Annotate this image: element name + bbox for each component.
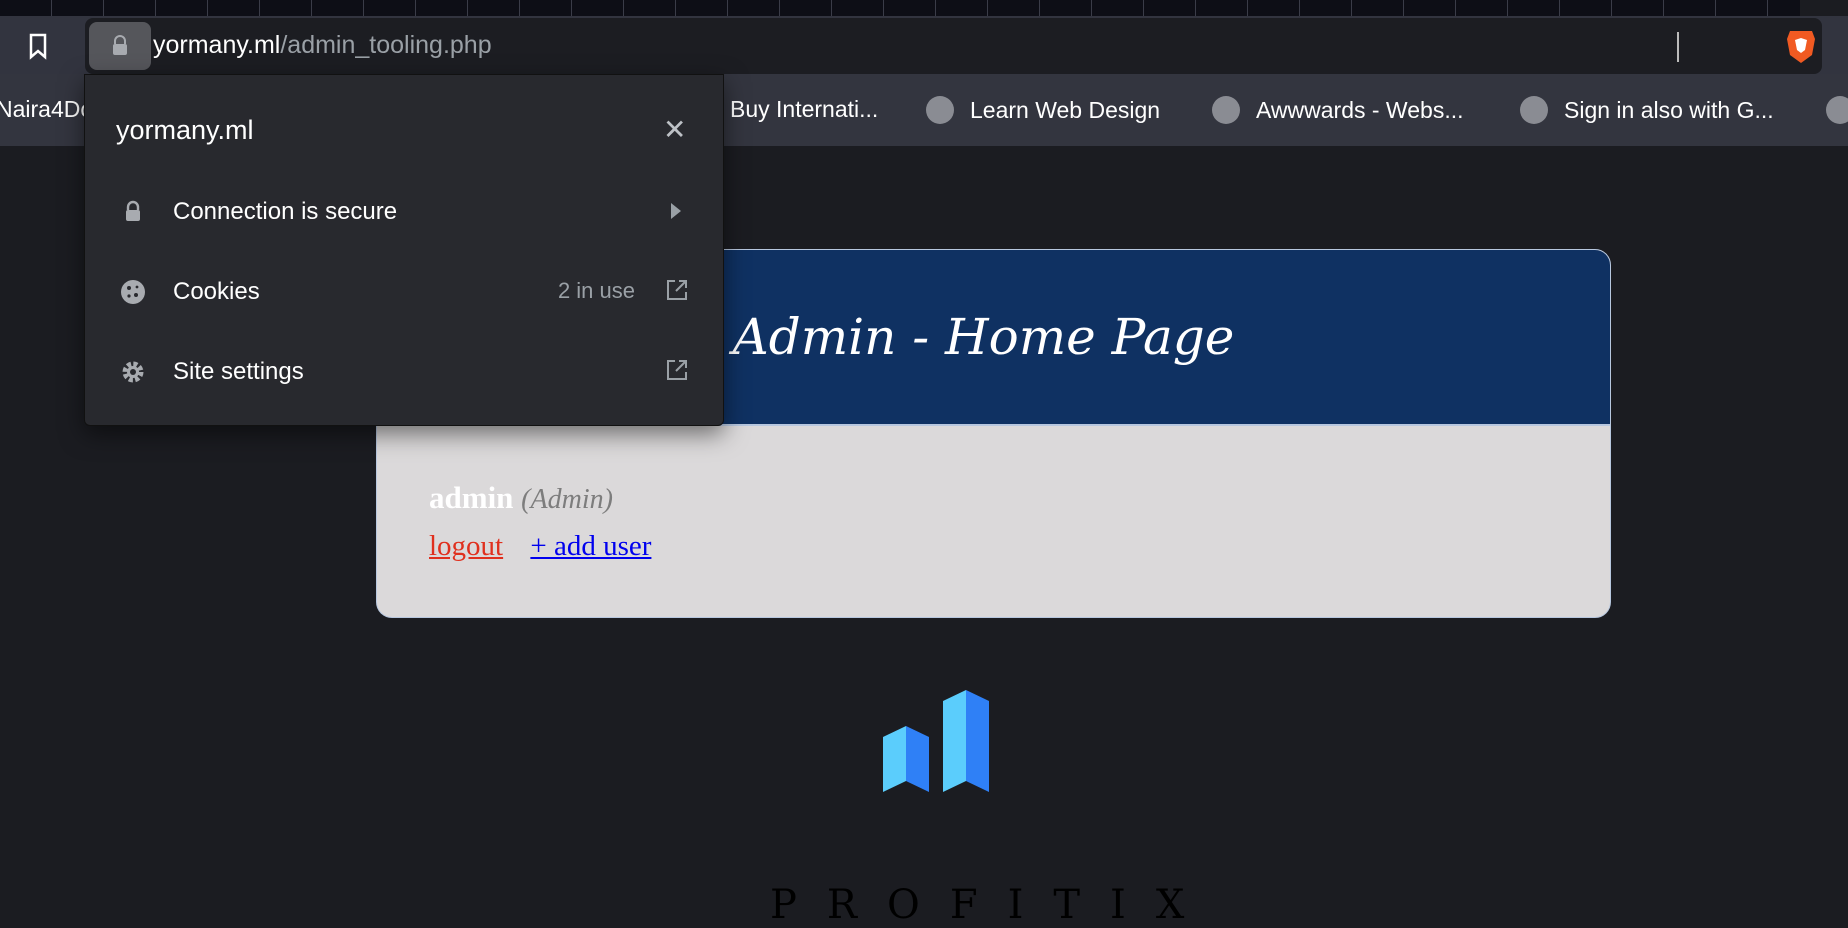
lock-icon (126, 200, 140, 221)
external-link-icon[interactable] (665, 278, 689, 302)
logo-bar-small (883, 726, 929, 792)
bookmark-item[interactable]: Naira4Do (0, 96, 93, 123)
add-user-link[interactable]: + add user (530, 530, 651, 562)
cookies-label: Cookies (173, 278, 260, 305)
globe-icon (1826, 96, 1848, 124)
cookie-icon (121, 280, 145, 304)
bookmark-label: Naira4Do (0, 96, 94, 122)
url-text[interactable]: yormany.ml/admin_tooling.php (153, 31, 492, 60)
popup-title: yormany.ml (116, 115, 254, 145)
external-link-icon[interactable] (665, 358, 689, 382)
cookies-count: 2 in use (557, 278, 635, 303)
site-info-button[interactable] (89, 22, 151, 70)
bookmark-item[interactable]: Awwwards - Webs... (1212, 96, 1463, 124)
user-role: (Admin) (521, 484, 613, 515)
bookmark-item[interactable]: Buy Internati... (730, 96, 878, 123)
close-icon[interactable]: ✕ (663, 113, 686, 146)
bookmark-label: Awwwards - Webs... (1256, 96, 1464, 123)
toolbar-divider (1677, 32, 1679, 62)
bookmark-item[interactable] (1826, 96, 1848, 124)
brave-shields-icon[interactable] (1785, 28, 1817, 69)
connection-row[interactable]: Connection is secure (85, 172, 725, 252)
user-info: admin (Admin) (429, 480, 613, 516)
bookmark-item[interactable]: Learn Web Design (926, 96, 1160, 124)
bar-chart-logo (883, 690, 989, 792)
tab-strip (0, 0, 1800, 16)
logout-link[interactable]: logout (429, 530, 503, 562)
address-bar[interactable]: yormany.ml/admin_tooling.php (85, 18, 1822, 74)
lock-icon (113, 35, 127, 55)
browser-toolbar: yormany.ml/admin_tooling.php (0, 16, 1848, 74)
username: admin (429, 480, 514, 515)
site-settings-label: Site settings (173, 358, 304, 385)
url-host: yormany.ml (153, 31, 281, 59)
globe-icon (926, 96, 954, 124)
action-links: logout + add user (429, 530, 671, 563)
logo-text: PROFITIX (770, 882, 1215, 928)
site-info-popup: yormany.ml ✕ Connection is secure Cookie… (84, 74, 724, 426)
connection-label: Connection is secure (173, 198, 398, 225)
url-path: /admin_tooling.php (280, 31, 492, 59)
page-title: Admin - Home Page (732, 308, 1235, 366)
bookmark-label: Sign in also with G... (1564, 96, 1774, 123)
gear-icon (122, 361, 144, 383)
globe-icon (1520, 96, 1548, 124)
logo-bar-medium (943, 690, 989, 792)
cookies-row[interactable]: Cookies 2 in use (85, 252, 725, 332)
bookmark-icon[interactable] (26, 32, 54, 60)
site-settings-row[interactable]: Site settings (85, 332, 725, 412)
chevron-right-icon (671, 203, 681, 219)
bookmark-label: Learn Web Design (970, 96, 1161, 123)
bookmark-item[interactable]: Sign in also with G... (1520, 96, 1774, 124)
globe-icon (1212, 96, 1240, 124)
bookmark-label: Buy Internati... (730, 96, 879, 122)
